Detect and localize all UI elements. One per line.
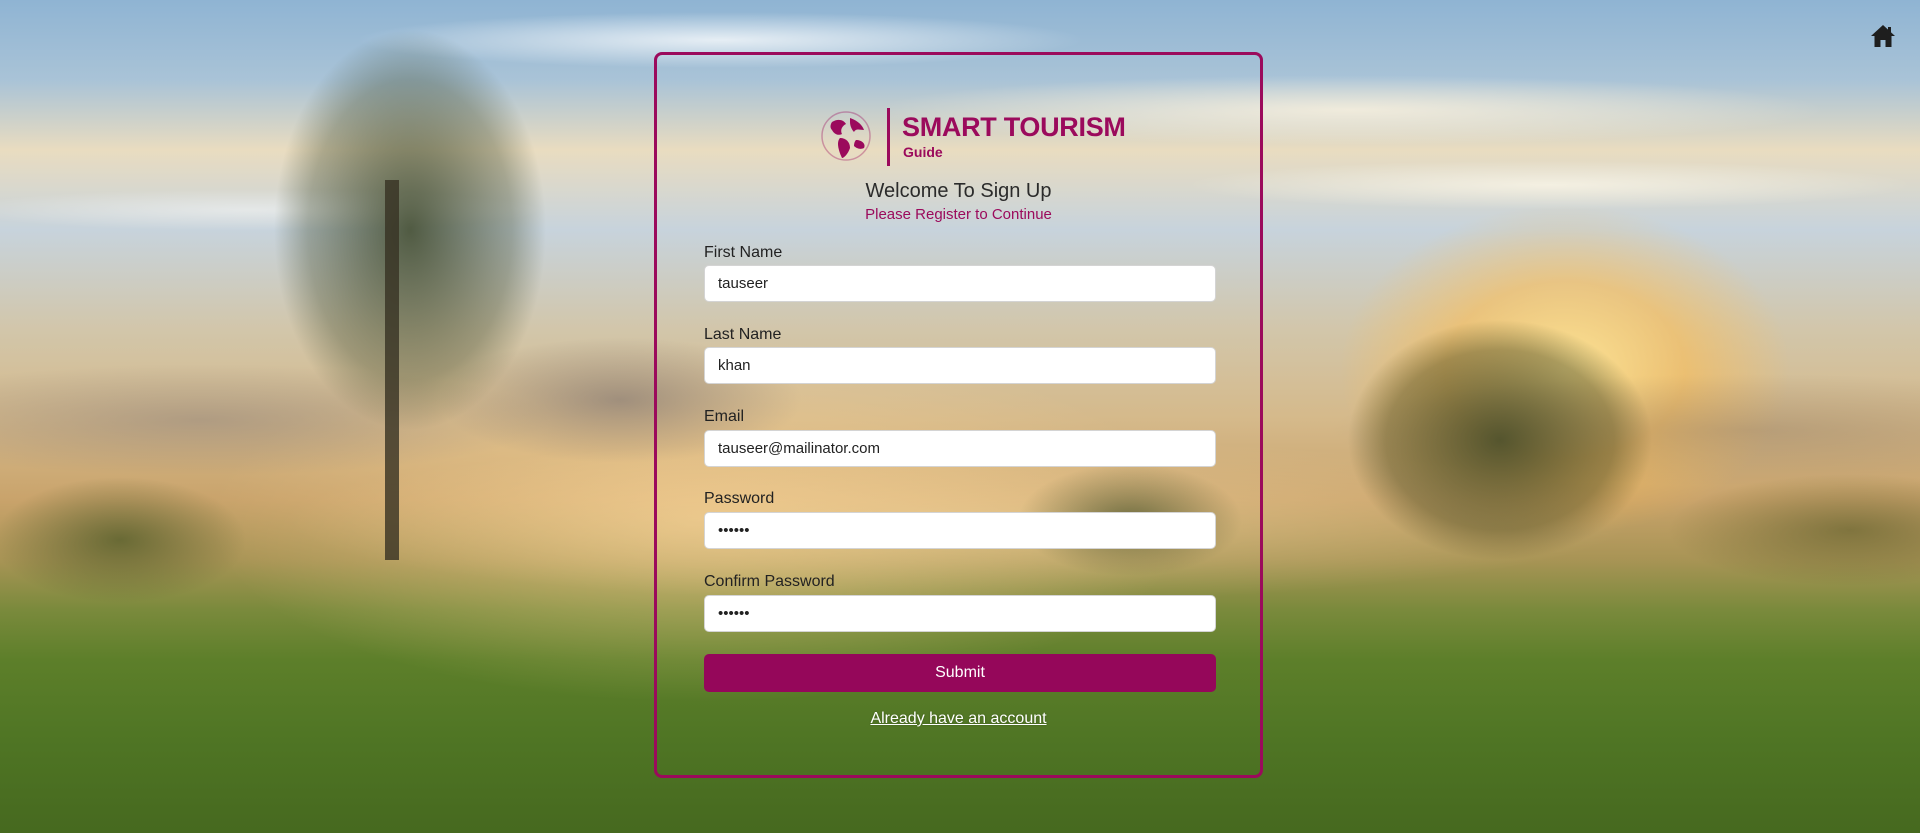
email-label: Email bbox=[704, 408, 745, 425]
page-title: Welcome To Sign Up bbox=[865, 180, 1052, 202]
logo-title: SMART TOURISM bbox=[902, 112, 1126, 142]
first-name-label: First Name bbox=[704, 244, 783, 261]
password-field[interactable] bbox=[704, 512, 1216, 549]
email-field[interactable] bbox=[704, 430, 1216, 467]
home-icon[interactable] bbox=[1870, 24, 1896, 48]
globe-icon bbox=[820, 110, 872, 162]
password-label: Password bbox=[704, 490, 775, 507]
confirm-password-field[interactable] bbox=[704, 595, 1216, 632]
last-name-field[interactable] bbox=[704, 347, 1216, 384]
logo-divider bbox=[887, 108, 890, 166]
last-name-label: Last Name bbox=[704, 326, 782, 343]
logo-subtitle: Guide bbox=[903, 144, 943, 160]
submit-button[interactable]: Submit bbox=[704, 654, 1216, 692]
page-subtitle: Please Register to Continue bbox=[865, 206, 1052, 223]
confirm-password-label: Confirm Password bbox=[704, 573, 835, 590]
logo: SMART TOURISM Guide bbox=[820, 108, 1126, 166]
first-name-field[interactable] bbox=[704, 265, 1216, 302]
login-link[interactable]: Already have an account bbox=[654, 710, 1263, 728]
